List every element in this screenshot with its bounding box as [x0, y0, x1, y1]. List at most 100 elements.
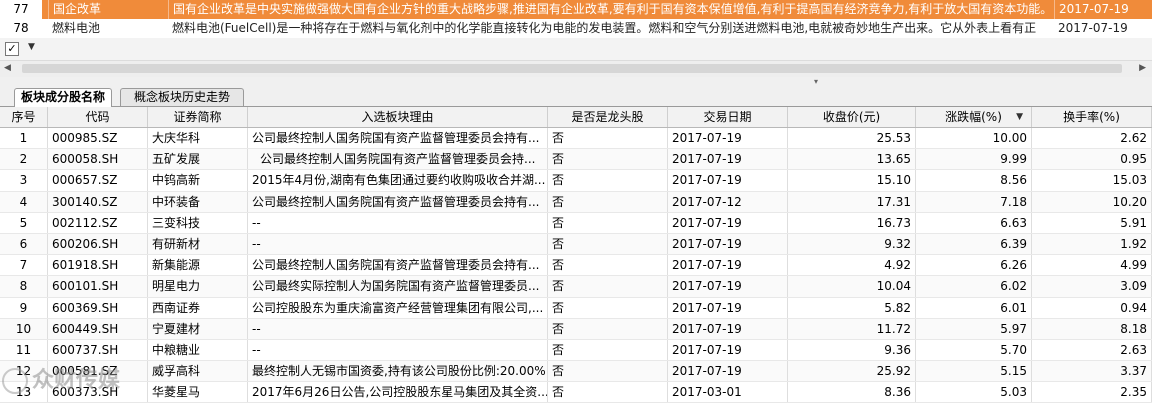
- splitter-grip-icon[interactable]: ▾: [814, 77, 818, 86]
- cell-code: 600206.SH: [48, 233, 148, 255]
- cell-reason: 公司控股股东为重庆渝富资产经营管理集团有限公司,...: [248, 297, 548, 318]
- cell-trade-date: 2017-07-12: [668, 191, 788, 212]
- sort-desc-icon: ▼: [1016, 112, 1023, 122]
- cell-close-price: 16.73: [788, 212, 916, 233]
- header-close-price[interactable]: 收盘价(元): [788, 107, 916, 127]
- cell-close-price: 9.36: [788, 339, 916, 361]
- tab-concept-history[interactable]: 概念板块历史走势: [120, 88, 244, 106]
- cell-trade-date: 2017-07-19: [668, 149, 788, 170]
- cell-trade-date: 2017-07-19: [668, 233, 788, 255]
- cell-change-pct: 6.39: [916, 233, 1032, 255]
- cell-short-name: 中环装备: [148, 191, 248, 212]
- table-row[interactable]: 9 600369.SH 西南证券 公司控股股东为重庆渝富资产经营管理集团有限公司,..…: [0, 297, 1152, 319]
- cell-seq: 12: [0, 361, 48, 382]
- cell-is-leader: 否: [548, 128, 668, 149]
- cell-seq: 5: [0, 212, 48, 233]
- header-short-name[interactable]: 证券简称: [148, 107, 248, 127]
- table-row[interactable]: 7 601918.SH 新集能源 公司最终控制人国务院国有资产监督管理委员会持有...…: [0, 255, 1152, 277]
- cell-change-pct: 6.01: [916, 297, 1032, 318]
- table-row[interactable]: 3 000657.SZ 中钨高新 2015年4月份,湖南有色集团通过要约收购吸收合并湖…: [0, 170, 1152, 192]
- header-is-leader[interactable]: 是否是龙头股: [548, 107, 668, 127]
- table-row[interactable]: 13 600373.SH 华菱星马 2017年6月26日公告,公司控股股东星马集团及其…: [0, 382, 1152, 403]
- concept-description: 国有企业改革是中央实施做强做大国有企业方针的重大战略步骤,推进国有企业改革,要有…: [168, 0, 1059, 19]
- table-row[interactable]: 10 600449.SH 宁夏建材 -- 否 2017-07-19 11.72 5.97 8.1…: [0, 318, 1152, 340]
- cell-change-pct: 6.63: [916, 212, 1032, 233]
- cell-change-pct: 5.03: [916, 382, 1032, 403]
- scroll-left-icon[interactable]: ◀: [4, 63, 11, 73]
- table-row[interactable]: 1 000985.SZ 大庆华科 公司最终控制人国务院国有资产监督管理委员会持有...…: [0, 128, 1152, 150]
- cell-close-price: 11.72: [788, 318, 916, 339]
- cell-close-price: 15.10: [788, 170, 916, 191]
- cell-seq: 8: [0, 276, 48, 297]
- cell-change-pct: 10.00: [916, 128, 1032, 149]
- cell-is-leader: 否: [548, 276, 668, 297]
- cell-seq: 13: [0, 382, 48, 403]
- select-checkbox[interactable]: ✓: [5, 42, 19, 56]
- panel-splitter[interactable]: ▾: [0, 77, 1152, 86]
- header-change-pct[interactable]: 涨跌幅(%) ▼: [916, 107, 1032, 127]
- cell-turnover: 2.63: [1032, 339, 1152, 361]
- cell-turnover: 8.18: [1032, 318, 1152, 339]
- cell-reason: 公司最终控制人国务院国有资产监督管理委员会持有...: [248, 255, 548, 276]
- table-row[interactable]: 2 600058.SH 五矿发展 公司最终控制人国务院国有资产监督管理委员会持... 否…: [0, 149, 1152, 171]
- cell-code: 600737.SH: [48, 339, 148, 361]
- cell-trade-date: 2017-07-19: [668, 339, 788, 361]
- cell-is-leader: 否: [548, 361, 668, 382]
- cell-is-leader: 否: [548, 233, 668, 255]
- horizontal-scrollbar[interactable]: ◀ ▶: [0, 60, 1152, 77]
- header-reason[interactable]: 入选板块理由: [248, 107, 548, 127]
- cell-seq: 2: [0, 149, 48, 170]
- cell-seq: 9: [0, 297, 48, 318]
- tab-bar: 板块成分股名称 概念板块历史走势: [0, 86, 1152, 107]
- header-seq[interactable]: 序号: [0, 107, 48, 127]
- table-row[interactable]: 5 002112.SZ 三变科技 -- 否 2017-07-19 16.73 6.63 5.91: [0, 212, 1152, 234]
- table-row[interactable]: 12 000581.SZ 威孚高科 最终控制人无锡市国资委,持有该公司股份比例:20.…: [0, 361, 1152, 383]
- cell-turnover: 3.37: [1032, 361, 1152, 382]
- cell-trade-date: 2017-03-01: [668, 382, 788, 403]
- concept-row-number: 78: [13, 21, 29, 35]
- header-code[interactable]: 代码: [48, 107, 148, 127]
- cell-turnover: 3.09: [1032, 276, 1152, 297]
- cell-short-name: 明星电力: [148, 276, 248, 297]
- cell-code: 000581.SZ: [48, 361, 148, 382]
- cell-turnover: 0.94: [1032, 297, 1152, 318]
- concept-row-number: 77: [0, 0, 42, 19]
- cell-is-leader: 否: [548, 297, 668, 318]
- scrollbar-thumb[interactable]: [22, 64, 1122, 73]
- header-change-pct-label: 涨跌幅(%): [945, 110, 1002, 124]
- header-turnover[interactable]: 换手率(%): [1032, 107, 1152, 127]
- cell-reason: 公司最终控制人国务院国有资产监督管理委员会持有...: [248, 191, 548, 212]
- concept-date: 2017-07-19: [1054, 0, 1152, 19]
- table-row[interactable]: 11 600737.SH 中粮糖业 -- 否 2017-07-19 9.36 5.70 2.63: [0, 339, 1152, 362]
- cell-seq: 1: [0, 128, 48, 149]
- cell-is-leader: 否: [548, 382, 668, 403]
- cell-short-name: 三变科技: [148, 212, 248, 233]
- cell-short-name: 大庆华科: [148, 128, 248, 149]
- cell-close-price: 5.82: [788, 297, 916, 318]
- table-row[interactable]: 4 300140.SZ 中环装备 公司最终控制人国务院国有资产监督管理委员会持有...…: [0, 191, 1152, 213]
- table-header: 序号 代码 证券简称 入选板块理由 是否是龙头股 交易日期 收盘价(元) 涨跌幅…: [0, 107, 1152, 128]
- concept-row[interactable]: 78 燃料电池 燃料电池(FuelCell)是一种将存在于燃料与氧化剂中的化学能…: [0, 19, 1152, 38]
- concept-row-selected[interactable]: 77 国企改革 国有企业改革是中央实施做强做大国有企业方针的重大战略步骤,推进国…: [0, 0, 1152, 19]
- cell-close-price: 25.92: [788, 361, 916, 382]
- cell-short-name: 中钨高新: [148, 170, 248, 191]
- cell-code: 601918.SH: [48, 255, 148, 276]
- cell-is-leader: 否: [548, 212, 668, 233]
- cell-close-price: 25.53: [788, 128, 916, 149]
- header-trade-date[interactable]: 交易日期: [668, 107, 788, 127]
- filter-toolbar: ✓ ▼: [0, 38, 1152, 60]
- tab-constituent-stocks[interactable]: 板块成分股名称: [14, 88, 112, 107]
- cell-turnover: 4.99: [1032, 255, 1152, 276]
- cell-code: 000985.SZ: [48, 128, 148, 149]
- cell-close-price: 8.36: [788, 382, 916, 403]
- table-row[interactable]: 6 600206.SH 有研新材 -- 否 2017-07-19 9.32 6.39 1.92: [0, 233, 1152, 256]
- cell-short-name: 华菱星马: [148, 382, 248, 403]
- cell-close-price: 4.92: [788, 255, 916, 276]
- scroll-right-icon[interactable]: ▶: [1139, 63, 1146, 73]
- table-row[interactable]: 8 600101.SH 明星电力 公司最终实际控制人为国务院国有资产监督管理委员...…: [0, 276, 1152, 298]
- cell-turnover: 2.35: [1032, 382, 1152, 403]
- chevron-down-icon[interactable]: ▼: [28, 42, 35, 52]
- cell-change-pct: 5.70: [916, 339, 1032, 361]
- cell-short-name: 新集能源: [148, 255, 248, 276]
- cell-short-name: 西南证券: [148, 297, 248, 318]
